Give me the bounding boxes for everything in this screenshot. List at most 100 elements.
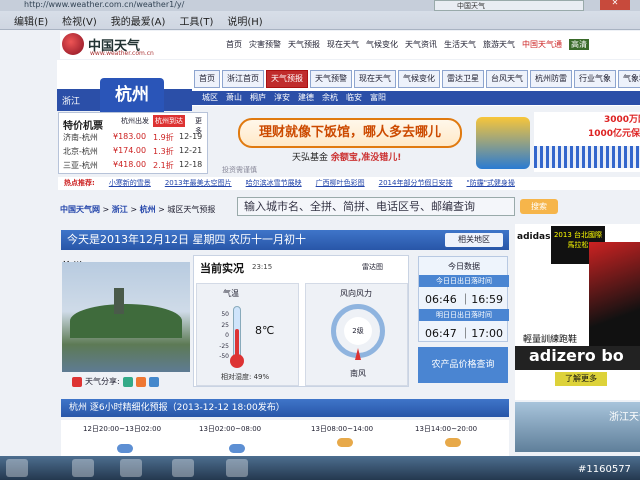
forecast-slot: 13日02:00~08:00 bbox=[199, 425, 262, 433]
farm-price-button[interactable]: 农产品价格查询 bbox=[418, 347, 508, 383]
hot-link[interactable]: 2014年部分节假日安排 bbox=[379, 177, 453, 190]
province-label[interactable]: 浙江 bbox=[62, 94, 80, 107]
ticket-row[interactable]: 三亚-杭州 ¥418.00 2.1折 12-18 bbox=[63, 160, 202, 171]
related-areas-dropdown[interactable]: 相关地区 bbox=[445, 233, 503, 247]
scale-tick: 25 bbox=[221, 321, 229, 329]
share-label: 天气分享: bbox=[85, 377, 120, 386]
nav-climate[interactable]: 气候变化 bbox=[366, 39, 398, 50]
district-item[interactable]: 建德 bbox=[298, 91, 314, 105]
hot-link[interactable]: 2013年最美太空图片 bbox=[165, 177, 232, 190]
ticket-row[interactable]: 北京-杭州 ¥174.00 1.3折 12-21 bbox=[63, 146, 202, 157]
tab-climate[interactable]: 气候变化 bbox=[398, 70, 440, 88]
fund-ad-banner[interactable]: 理财就像下饭馆，哪人多去哪儿 bbox=[238, 118, 462, 148]
ticket-arrival-tab[interactable]: 杭州到达 bbox=[153, 115, 185, 127]
thermometer-icon bbox=[233, 306, 241, 360]
hot-links: 热点推荐: 小寒新的雪景 2013年最美太空图片 哈尔滨冰雪节展映 广西柳叶色彩… bbox=[58, 177, 640, 190]
ie-icon[interactable] bbox=[172, 459, 194, 477]
district-item[interactable]: 临安 bbox=[346, 91, 362, 105]
crumb-city[interactable]: 杭州 bbox=[140, 205, 156, 214]
hot-link[interactable]: 广西柳叶色彩图 bbox=[316, 177, 365, 190]
fund-ad-sub[interactable]: 天弘基金 余额宝,准没错儿! bbox=[292, 150, 401, 163]
menu-edit[interactable]: 编辑(E) bbox=[14, 13, 48, 29]
app-icon[interactable] bbox=[226, 459, 248, 477]
renren-icon[interactable] bbox=[135, 376, 146, 387]
sun-title: 今日数据 bbox=[448, 262, 480, 271]
start-icon[interactable] bbox=[6, 459, 28, 477]
menu-view[interactable]: 检视(V) bbox=[62, 13, 97, 29]
hot-link[interactable]: "防霾"式健身操 bbox=[466, 177, 514, 190]
radar-link[interactable]: 雷达图 bbox=[362, 262, 383, 272]
nav-forecast[interactable]: 天气预报 bbox=[288, 39, 320, 50]
district-item[interactable]: 城区 bbox=[202, 91, 218, 105]
search-input[interactable]: 输入城市名、全拼、简拼、电话区号、邮编查询 bbox=[237, 197, 515, 216]
weibo-icon[interactable] bbox=[72, 376, 82, 387]
explorer-icon[interactable] bbox=[72, 459, 94, 477]
taskbar bbox=[0, 456, 640, 480]
nav-now[interactable]: 现在天气 bbox=[327, 39, 359, 50]
menu-favorites[interactable]: 我的最爱(A) bbox=[111, 13, 166, 29]
today-sun-label: 今日日出日落时间 bbox=[419, 275, 509, 287]
district-item[interactable]: 萧山 bbox=[226, 91, 242, 105]
partly-cloudy-icon bbox=[337, 438, 353, 447]
zhejiang-weather-ad[interactable]: 浙江天气 bbox=[515, 402, 640, 452]
forecast-title: 杭州 逐6小时精细化预报（2013-12-12 18:00发布） bbox=[61, 399, 509, 417]
fund-name: 天弘基金 bbox=[292, 153, 329, 163]
ticket-date: 12-19 bbox=[179, 132, 203, 141]
tab-industry[interactable]: 行业气象 bbox=[574, 70, 616, 88]
browser-tab[interactable]: 中国天气 bbox=[434, 0, 584, 11]
district-item[interactable]: 余杭 bbox=[322, 91, 338, 105]
nav-news[interactable]: 天气资讯 bbox=[405, 39, 437, 50]
partly-cloudy-icon bbox=[445, 438, 461, 447]
shop-icon[interactable] bbox=[476, 117, 530, 169]
nav-warning[interactable]: 灾害预警 bbox=[249, 39, 281, 50]
menu-tools[interactable]: 工具(T) bbox=[179, 13, 213, 29]
tab-lightning[interactable]: 杭州防雷 bbox=[530, 70, 572, 88]
hot-link[interactable]: 哈尔滨冰雪节展映 bbox=[246, 177, 302, 190]
share-bar: 天气分享: bbox=[72, 376, 159, 387]
ticket-departure-tab[interactable]: 杭州出发 bbox=[121, 116, 149, 126]
crowd-graphic bbox=[534, 146, 640, 168]
nav-hd[interactable]: 高清 bbox=[569, 39, 589, 50]
district-item[interactable]: 富阳 bbox=[370, 91, 386, 105]
tab-now[interactable]: 现在天气 bbox=[354, 70, 396, 88]
close-icon[interactable]: ✕ bbox=[600, 0, 630, 10]
nav-life[interactable]: 生活天气 bbox=[444, 39, 476, 50]
search-button[interactable]: 搜索 bbox=[520, 199, 558, 214]
menu-help[interactable]: 说明(H) bbox=[227, 13, 262, 29]
tab-science[interactable]: 气象科普 bbox=[618, 70, 640, 88]
tab-radar[interactable]: 雷达卫星 bbox=[442, 70, 484, 88]
district-nav: 城区 萧山 桐庐 淳安 建德 余杭 临安 富阳 bbox=[192, 91, 640, 105]
tab-forecast[interactable]: 天气预报 bbox=[266, 70, 308, 88]
ad-cta[interactable]: 了解更多 bbox=[555, 372, 607, 386]
ticket-row[interactable]: 济南-杭州 ¥183.00 1.9折 12-19 bbox=[63, 132, 202, 143]
forecast-slot: 12日20:00~13日02:00 bbox=[83, 425, 162, 433]
share-icon[interactable] bbox=[148, 376, 159, 387]
shop-ad[interactable]: 3000万网店 1000亿元保障 bbox=[534, 112, 640, 172]
tab-zhejiang[interactable]: 浙江首页 bbox=[222, 70, 264, 88]
wind-arrow-icon bbox=[355, 348, 361, 360]
scale-tick: 50 bbox=[221, 311, 229, 318]
tab-warning[interactable]: 天气预警 bbox=[310, 70, 352, 88]
site-logo[interactable]: 中国天气 www.weather.com.cn bbox=[62, 32, 172, 57]
crumb-home[interactable]: 中国天气网 bbox=[60, 205, 100, 214]
district-item[interactable]: 桐庐 bbox=[250, 91, 266, 105]
qq-icon[interactable] bbox=[122, 376, 133, 387]
nav-app[interactable]: 中国天气通 bbox=[522, 39, 562, 50]
tomorrow-sun-value: 06:47 ｜17:00 bbox=[425, 327, 503, 340]
fund-slogan: 余额宝,准没错儿! bbox=[330, 153, 402, 163]
shoe-graphic bbox=[589, 242, 640, 346]
nav-home[interactable]: 首页 bbox=[226, 39, 242, 50]
hot-link[interactable]: 小寒新的雪景 bbox=[109, 177, 151, 190]
pagoda-graphic bbox=[114, 288, 124, 314]
media-icon[interactable] bbox=[120, 459, 142, 477]
tab-typhoon[interactable]: 台风天气 bbox=[486, 70, 528, 88]
scale-tick: 0 bbox=[225, 332, 229, 339]
crumb-province[interactable]: 浙江 bbox=[112, 205, 128, 214]
tab-home[interactable]: 首页 bbox=[194, 70, 220, 88]
nav-travel[interactable]: 旅游天气 bbox=[483, 39, 515, 50]
district-item[interactable]: 淳安 bbox=[274, 91, 290, 105]
sport-ad[interactable]: adidas 2013 台北國際馬拉松 輕量訓練跑鞋 adizero bo 了解… bbox=[515, 224, 640, 400]
hill-graphic bbox=[70, 304, 182, 338]
globe-icon bbox=[62, 33, 84, 55]
today-sun-value: 06:46 ｜16:59 bbox=[425, 293, 503, 306]
